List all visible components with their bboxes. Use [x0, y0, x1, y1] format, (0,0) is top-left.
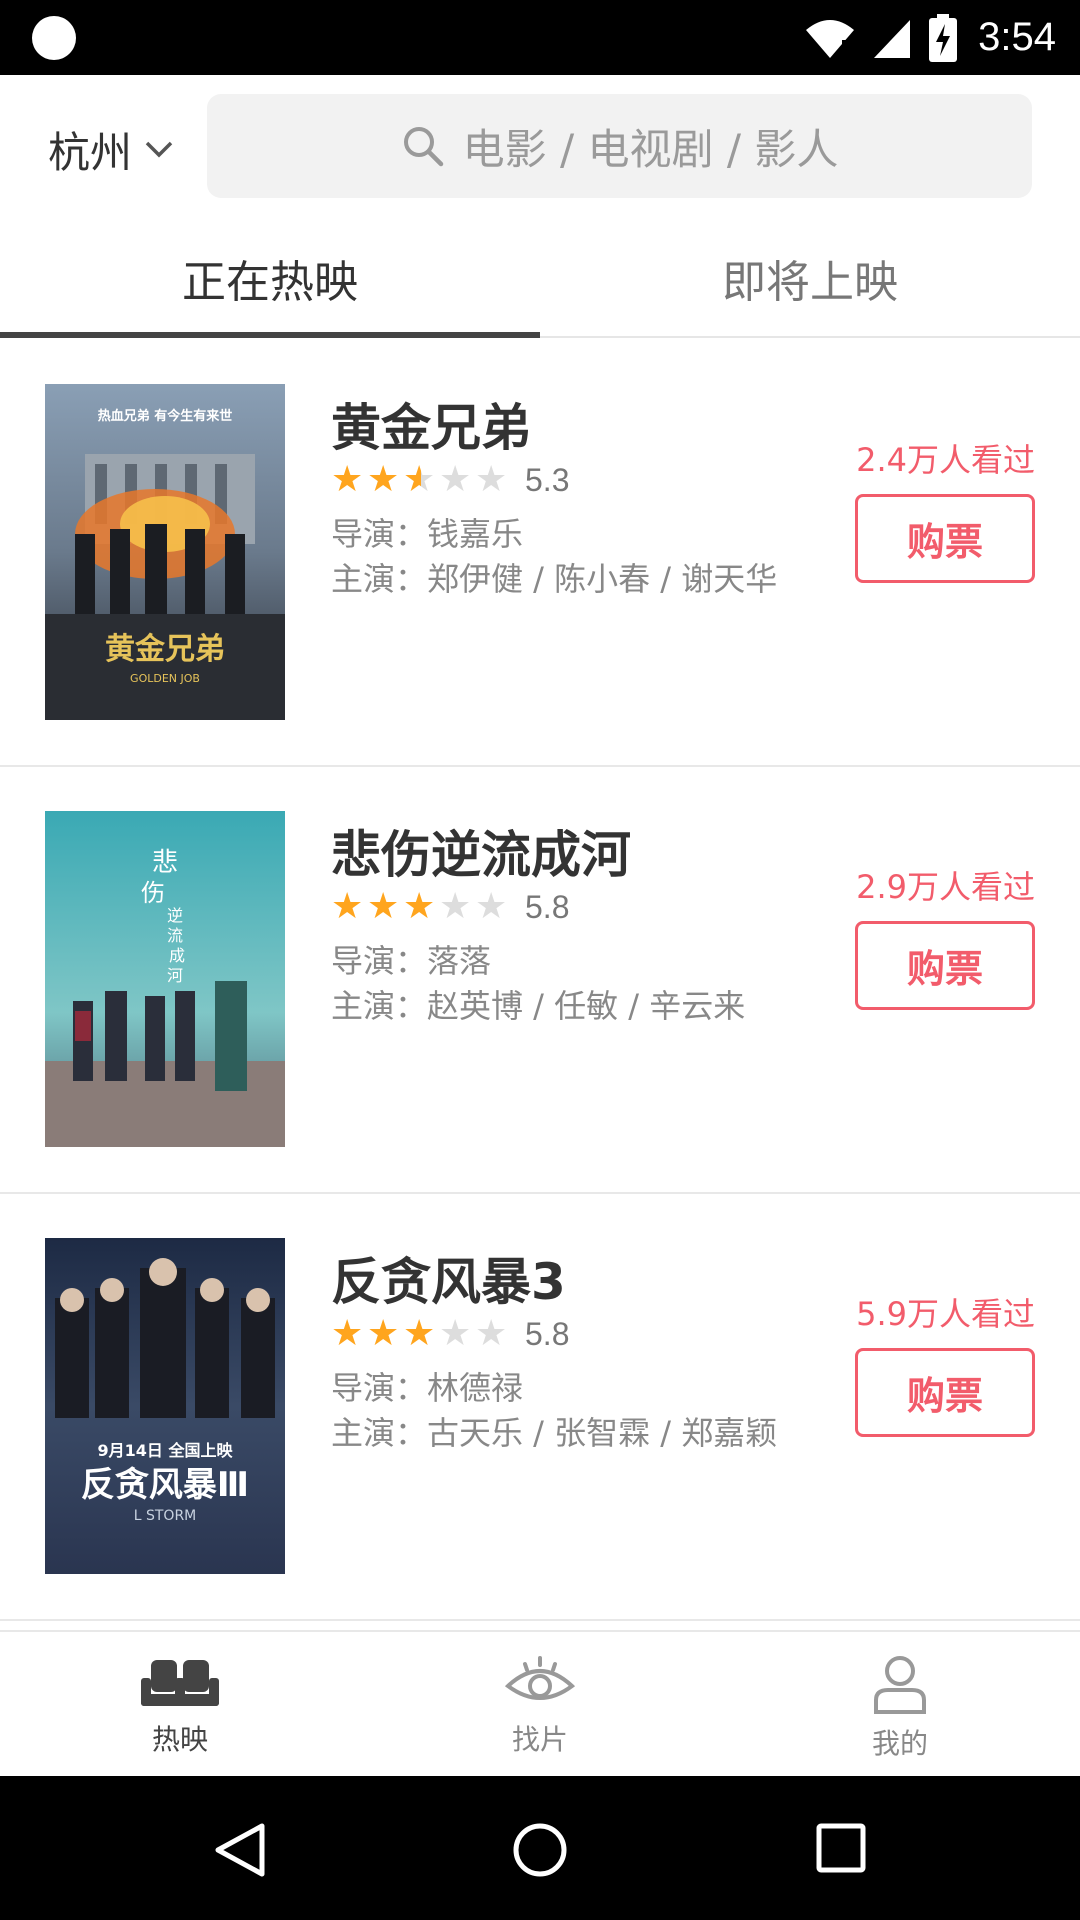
nav-label: 我的: [871, 1727, 928, 1760]
movie-rating: ★ ★ ★ ★ ★ 5.8: [331, 887, 569, 927]
svg-text:L STORM: L STORM: [134, 1508, 197, 1524]
movie-title[interactable]: 反贪风暴3: [331, 1242, 566, 1314]
tab-bar: 正在热映 即将上映: [0, 220, 1080, 338]
battery-charging-icon: [929, 13, 958, 62]
person-icon: [874, 1656, 926, 1714]
buy-ticket-button[interactable]: 购票: [855, 1348, 1035, 1437]
svg-text:黄金兄弟: 黄金兄弟: [105, 632, 225, 667]
svg-text:反贪风暴Ⅲ: 反贪风暴Ⅲ: [81, 1465, 249, 1505]
star-empty-icon: ★: [439, 886, 472, 927]
svg-text:河: 河: [167, 966, 183, 985]
movie-poster[interactable]: 黄金兄弟 GOLDEN JOB 热血兄弟 有今生有来世: [45, 384, 285, 720]
top-bar: 杭州 电影 / 电视剧 / 影人: [0, 75, 1080, 220]
nav-label: 热映: [151, 1723, 208, 1756]
movie-title[interactable]: 黄金兄弟: [331, 388, 531, 460]
theater-seats-icon: [141, 1660, 219, 1706]
movie-score: 5.8: [525, 888, 570, 925]
star-icon: ★: [331, 886, 364, 927]
movie-director: 导演：林德禄: [331, 1369, 524, 1407]
star-empty-icon: ★: [475, 459, 508, 500]
tab-coming-soon[interactable]: 即将上映: [540, 220, 1080, 336]
notification-dot-icon: [32, 16, 76, 60]
star-icon: ★: [403, 1313, 436, 1354]
star-empty-icon: ★: [439, 1313, 472, 1354]
recents-icon[interactable]: [815, 1822, 867, 1874]
watched-count: 2.9万人看过: [856, 868, 1035, 906]
eye-icon: [505, 1656, 575, 1700]
star-icon: ★: [367, 886, 400, 927]
movie-cast: 主演：郑伊健 / 陈小春 / 谢天华: [331, 560, 778, 598]
movie-title[interactable]: 悲伤逆流成河: [331, 815, 631, 887]
star-empty-icon: ★: [475, 886, 508, 927]
star-icon: ★: [331, 459, 364, 500]
svg-text:逆: 逆: [167, 906, 183, 925]
movie-item[interactable]: 9月14日 全国上映 反贪风暴Ⅲ L STORM 反贪风暴3 ★ ★ ★ ★ ★…: [0, 1194, 1080, 1621]
svg-text:伤: 伤: [141, 879, 165, 907]
movie-score: 5.8: [525, 1315, 570, 1352]
search-input[interactable]: 电影 / 电视剧 / 影人: [207, 94, 1032, 198]
star-half-icon: ★: [403, 460, 439, 500]
watched-count: 2.4万人看过: [856, 441, 1035, 479]
nav-item-hot[interactable]: 热映: [0, 1632, 360, 1776]
tab-now-showing[interactable]: 正在热映: [0, 220, 540, 338]
chevron-down-icon: [145, 141, 173, 158]
star-empty-icon: ★: [439, 459, 472, 500]
star-icon: ★: [403, 886, 436, 927]
signal-icon: [874, 19, 911, 58]
svg-text:9月14日 全国上映: 9月14日 全国上映: [98, 1441, 234, 1460]
movie-list: 黄金兄弟 GOLDEN JOB 热血兄弟 有今生有来世 黄金兄弟 ★ ★ ★ ★…: [0, 340, 1080, 1621]
buy-ticket-button[interactable]: 购票: [855, 921, 1035, 1010]
star-empty-icon: ★: [475, 1313, 508, 1354]
svg-text:GOLDEN JOB: GOLDEN JOB: [130, 672, 200, 685]
watched-count: 5.9万人看过: [856, 1295, 1035, 1333]
city-selector[interactable]: 杭州: [48, 119, 174, 179]
nav-item-discover[interactable]: 找片: [360, 1632, 720, 1776]
search-icon: [403, 127, 443, 167]
star-icon: ★: [367, 1313, 400, 1354]
movie-score: 5.3: [525, 461, 570, 498]
star-icon: ★: [331, 1313, 364, 1354]
movie-poster[interactable]: 悲 伤 逆 流 成 河: [45, 811, 285, 1147]
movie-poster[interactable]: 9月14日 全国上映 反贪风暴Ⅲ L STORM: [45, 1238, 285, 1574]
svg-text:悲: 悲: [152, 848, 178, 878]
nav-label: 找片: [511, 1723, 568, 1756]
svg-text:成: 成: [169, 946, 185, 965]
movie-cast: 主演：赵英博 / 任敏 / 辛云来: [331, 987, 746, 1025]
home-icon[interactable]: [512, 1822, 568, 1878]
buy-ticket-button[interactable]: 购票: [855, 494, 1035, 583]
wifi-icon: [806, 19, 855, 58]
status-icons: 3:54: [804, 0, 1056, 75]
movie-director: 导演：落落: [331, 942, 492, 980]
star-icon: ★: [367, 459, 400, 500]
search-placeholder: 电影 / 电视剧 / 影人: [462, 124, 839, 174]
nav-item-profile[interactable]: 我的: [720, 1632, 1080, 1776]
movie-item[interactable]: 黄金兄弟 GOLDEN JOB 热血兄弟 有今生有来世 黄金兄弟 ★ ★ ★ ★…: [0, 340, 1080, 767]
city-label: 杭州: [48, 127, 133, 177]
system-nav-bar: [0, 1776, 1080, 1920]
movie-cast: 主演：古天乐 / 张智霖 / 郑嘉颖: [331, 1414, 778, 1452]
movie-director: 导演：钱嘉乐: [331, 515, 524, 553]
svg-text:热血兄弟 有今生有来世: 热血兄弟 有今生有来世: [98, 408, 233, 424]
movie-item[interactable]: 悲 伤 逆 流 成 河 悲伤逆流成河 ★ ★ ★ ★ ★ 5.8 导演：落落 主…: [0, 767, 1080, 1194]
back-icon[interactable]: [212, 1822, 268, 1878]
movie-rating: ★ ★ ★ ★ ★ 5.8: [331, 1314, 569, 1354]
svg-text:流: 流: [167, 926, 183, 945]
status-bar: 3:54: [0, 0, 1080, 75]
movie-rating: ★ ★ ★ ★ ★ 5.3: [331, 460, 569, 500]
bottom-nav: 热映 找片 我的: [0, 1630, 1080, 1776]
status-time: 3:54: [978, 15, 1056, 59]
